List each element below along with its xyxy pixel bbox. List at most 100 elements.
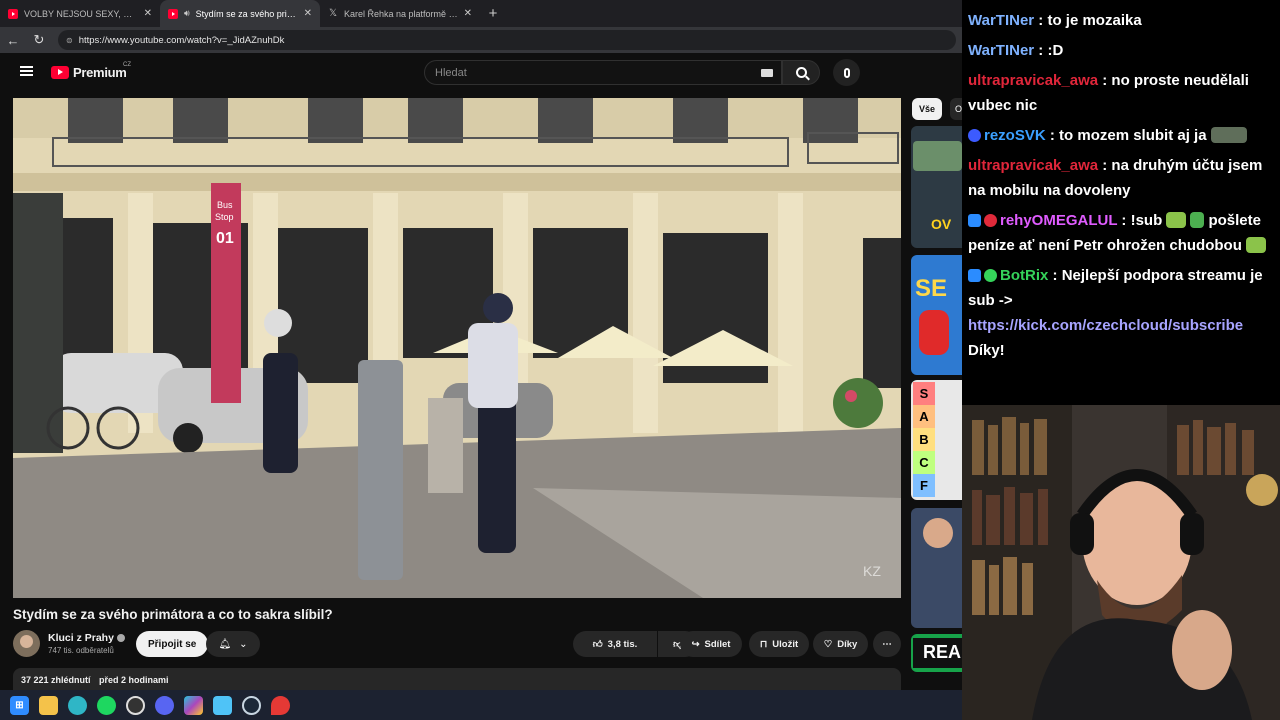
- subscriber-badge-icon: [968, 129, 981, 142]
- chip-other[interactable]: O: [950, 98, 962, 120]
- screen: VOLBY NEJSOU SEXY, Z NICH NEM ✕ 🔊︎ Stydí…: [0, 0, 1280, 720]
- tab-bar: VOLBY NEJSOU SEXY, Z NICH NEM ✕ 🔊︎ Stydí…: [0, 0, 962, 27]
- recommendation-thumbnail[interactable]: REA: [911, 634, 962, 672]
- chat-text: !sub: [1130, 212, 1163, 229]
- video-watermark: KZ: [863, 563, 881, 579]
- webcam-frame: [962, 405, 1280, 720]
- channel-name-wrap[interactable]: Kluci z Prahy: [48, 632, 125, 644]
- channel-row: Kluci z Prahy 747 tis. odběratelů Připoj…: [13, 629, 901, 659]
- recommendation-thumbnail[interactable]: [911, 508, 962, 628]
- chat-message: ultrapravicak_awa : no proste neudělali …: [968, 72, 1249, 114]
- obs-icon[interactable]: [126, 695, 145, 715]
- tab-title: Stydím se za svého primátora: [195, 8, 298, 19]
- steam-icon[interactable]: [242, 695, 261, 715]
- bus-stop-line2: Stop: [215, 212, 234, 222]
- chat-username: ultrapravicak_awa: [968, 72, 1099, 89]
- tab-title: VOLBY NEJSOU SEXY, Z NICH NEM: [24, 8, 138, 19]
- tab-1[interactable]: VOLBY NEJSOU SEXY, Z NICH NEM ✕: [0, 0, 160, 27]
- recommendation-thumbnail[interactable]: SE: [911, 255, 962, 375]
- youtube-icon: [168, 8, 178, 19]
- thumbnail-art: [923, 518, 953, 548]
- share-button[interactable]: ↪ Sdílet: [680, 631, 742, 657]
- more-icon: ⋯: [882, 638, 892, 650]
- recommendation-thumbnail[interactable]: S A B C F: [911, 380, 962, 500]
- youtube-play-icon: [51, 66, 69, 79]
- chat-message: rezoSVK : to mozem slubit aj ja: [968, 123, 1274, 148]
- join-button[interactable]: Připojit se: [136, 631, 209, 657]
- search-icon: [795, 67, 807, 78]
- search-button[interactable]: [782, 60, 820, 85]
- tier-a: A: [913, 405, 935, 428]
- discord-icon[interactable]: [155, 695, 174, 715]
- chat-text: to mozem slubit aj ja: [1059, 127, 1207, 144]
- speaker-icon[interactable]: 🔊︎: [184, 8, 190, 19]
- verified-icon: [116, 634, 125, 643]
- streamer-webcam: [962, 405, 1280, 720]
- voice-search-button[interactable]: [833, 59, 860, 86]
- file-explorer-icon[interactable]: [39, 695, 58, 715]
- subscriber-badge-icon: [984, 214, 997, 227]
- copilot-icon[interactable]: [184, 695, 203, 715]
- thanks-button[interactable]: ♡ Díky: [813, 631, 868, 657]
- maps-icon[interactable]: [271, 695, 290, 715]
- share-label: Sdílet: [704, 638, 731, 650]
- recommendation-thumbnail[interactable]: OV: [911, 126, 962, 248]
- bookmark-icon: ⊓: [759, 638, 768, 650]
- youtube-icon: [8, 8, 18, 19]
- thumbnail-text: REA: [913, 638, 962, 668]
- chat-text: to je mozaika: [1047, 12, 1142, 29]
- site-info-icon[interactable]: ⊜: [66, 36, 73, 45]
- save-button[interactable]: ⊓ Uložit: [749, 631, 809, 657]
- reload-icon[interactable]: ↻: [32, 32, 46, 48]
- chat-message: BotRix : Nejlepší podpora streamu je sub…: [968, 267, 1263, 359]
- close-icon[interactable]: ✕: [144, 8, 152, 19]
- new-tab-button[interactable]: +: [480, 0, 506, 27]
- tab-2[interactable]: 🔊︎ Stydím se za svého primátora ✕: [160, 0, 320, 27]
- chat-message: ultrapravicak_awa : na druhým účtu jsem …: [968, 157, 1263, 199]
- channel-name: Kluci z Prahy: [48, 632, 114, 644]
- channel-avatar[interactable]: [13, 630, 40, 657]
- share-icon: ↪: [691, 638, 700, 650]
- windows-start-icon[interactable]: ⊞: [10, 695, 29, 715]
- logo-text: Premium: [73, 65, 127, 80]
- tier-f: F: [913, 474, 935, 497]
- chat-message: WarTINer : :D: [968, 42, 1064, 59]
- chip-all[interactable]: Vše: [912, 98, 943, 120]
- video-player[interactable]: Bus Stop 01 KZ: [13, 98, 901, 598]
- notifications-button[interactable]: 🔔︎ ⌄: [206, 631, 260, 657]
- keyboard-icon[interactable]: [761, 69, 773, 77]
- vip-badge-icon: [968, 214, 981, 227]
- back-arrow-icon[interactable]: ←: [6, 33, 20, 48]
- vip-badge-icon: [968, 269, 981, 282]
- spotify-icon[interactable]: [97, 695, 116, 715]
- verified-bot-icon: [984, 269, 997, 282]
- thumbnail-art: [913, 141, 962, 171]
- chevron-down-icon: ⌄: [239, 638, 248, 650]
- like-button[interactable]: 👍︎ 3,8 tis.: [573, 631, 657, 657]
- close-icon[interactable]: ✕: [464, 8, 472, 19]
- emote-icon: [1166, 212, 1187, 228]
- thumbnail-text: OV: [931, 216, 952, 232]
- more-actions-button[interactable]: ⋯: [873, 631, 901, 657]
- chat-link[interactable]: https://kick.com/czechcloud/subscribe: [968, 317, 1243, 334]
- tab-title: Karel Řehka na platformě X: „Po v: [344, 8, 458, 19]
- tab-3[interactable]: 𝕏 Karel Řehka na platformě X: „Po v ✕: [320, 0, 480, 27]
- chat-text-continued: Díky!: [968, 342, 1005, 359]
- chat-username: BotRix: [1000, 267, 1049, 284]
- bus-stop-number: 01: [216, 230, 234, 247]
- subscriber-count: 747 tis. odběratelů: [48, 646, 114, 655]
- url-field[interactable]: ⊜ https://www.youtube.com/watch?v=_JidAZ…: [58, 30, 956, 50]
- description-box[interactable]: 37 221 zhlédnutí před 2 hodinami: [13, 668, 901, 690]
- logo-country: CZ: [123, 62, 131, 68]
- menu-icon[interactable]: [20, 66, 33, 76]
- search-input[interactable]: Hledat: [424, 60, 782, 85]
- chat-message: rehyOMEGALUL : !sub pošlete peníze ať ne…: [968, 208, 1274, 258]
- edge-icon[interactable]: [68, 695, 87, 715]
- chat-username: WarTINer: [968, 12, 1035, 29]
- thanks-label: Díky: [837, 638, 858, 650]
- youtube-logo[interactable]: Premium CZ: [51, 62, 131, 80]
- close-icon[interactable]: ✕: [304, 8, 312, 19]
- x-icon: 𝕏: [328, 7, 338, 19]
- tier-s: S: [913, 382, 935, 405]
- notepad-icon[interactable]: [213, 695, 232, 715]
